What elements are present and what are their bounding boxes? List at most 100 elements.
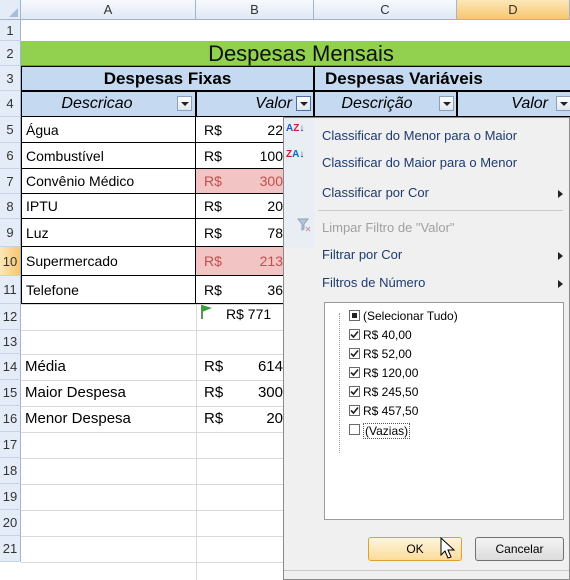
- column-header-c[interactable]: C: [314, 0, 457, 20]
- row-header[interactable]: 16: [0, 406, 21, 432]
- subheader-valor-cell[interactable]: Valor: [196, 91, 314, 117]
- sort-descending-item[interactable]: Classificar do Maior para o Menor: [322, 155, 517, 170]
- currency-label: R$: [204, 225, 222, 241]
- checkbox[interactable]: [349, 386, 360, 397]
- row-header[interactable]: 19: [0, 484, 21, 510]
- row-header[interactable]: 2: [0, 41, 21, 66]
- table-row: IPTU R$ 20: [21, 194, 283, 219]
- expense-description-cell[interactable]: Supermercado: [21, 247, 196, 276]
- row-header[interactable]: 7: [0, 169, 21, 194]
- filter-option-label: R$ 52,00: [363, 347, 412, 361]
- expense-value: 213: [259, 253, 283, 269]
- fixed-header-cell[interactable]: Despesas Fixas: [21, 66, 314, 91]
- expense-description-cell[interactable]: Telefone: [21, 276, 196, 304]
- subheader-descricao-cell[interactable]: Descricao: [21, 91, 196, 117]
- column-header-a[interactable]: A: [21, 0, 196, 20]
- expense-value: 20: [267, 198, 283, 214]
- row-header[interactable]: 15: [0, 380, 21, 406]
- row-header[interactable]: 8: [0, 194, 21, 219]
- number-filters-item[interactable]: Filtros de Número: [322, 275, 425, 290]
- resize-grip[interactable]: [284, 570, 569, 579]
- expense-value-cell[interactable]: R$ 100: [196, 143, 283, 169]
- expense-value-cell[interactable]: R$ 300: [196, 169, 283, 194]
- expense-description-cell[interactable]: Luz: [21, 219, 196, 247]
- stat-value[interactable]: 614: [238, 354, 283, 380]
- column-header-d[interactable]: D: [457, 0, 570, 20]
- table-row: Supermercado R$ 213: [21, 247, 283, 276]
- sort-by-color-item[interactable]: Classificar por Cor: [322, 185, 429, 200]
- stat-label[interactable]: Média: [25, 354, 195, 380]
- expense-value-cell[interactable]: R$ 20: [196, 194, 283, 219]
- row-header[interactable]: 21: [0, 536, 21, 562]
- gridline: [21, 562, 283, 563]
- stat-value[interactable]: 20: [238, 406, 283, 432]
- clear-filter-item[interactable]: Limpar Filtro de "Valor": [322, 220, 455, 235]
- row-header[interactable]: 5: [0, 117, 21, 143]
- expense-description-cell[interactable]: Combustível: [21, 143, 196, 169]
- row-header[interactable]: 18: [0, 458, 21, 484]
- expense-description-cell[interactable]: IPTU: [21, 194, 196, 219]
- filter-dropdown-c[interactable]: [439, 96, 454, 111]
- filter-by-color-item[interactable]: Filtrar por Cor: [322, 247, 402, 262]
- stat-label[interactable]: Maior Despesa: [25, 380, 195, 406]
- expense-value-cell[interactable]: R$ 78: [196, 219, 283, 247]
- filter-dropdown-a[interactable]: [177, 96, 192, 111]
- gridline: [21, 458, 283, 459]
- cancel-button[interactable]: Cancelar: [475, 537, 564, 561]
- submenu-arrow-icon: [558, 190, 563, 198]
- stat-value[interactable]: 300: [238, 380, 283, 406]
- sort-ascending-item[interactable]: Classificar do Menor para o Maior: [322, 128, 517, 143]
- row-header[interactable]: 20: [0, 510, 21, 536]
- fixed-header-label: Despesas Fixas: [103, 69, 232, 88]
- expense-value-cell[interactable]: R$ 36: [196, 276, 283, 304]
- total-value[interactable]: R$ 771: [226, 304, 283, 324]
- expense-value-cell[interactable]: R$ 22: [196, 117, 283, 143]
- select-all-corner[interactable]: [0, 0, 21, 20]
- sort-asc-icon: AZ↓: [286, 123, 305, 134]
- filter-option-label: R$ 245,50: [363, 385, 419, 399]
- sheet-title: Despesas Mensais: [208, 41, 394, 66]
- checkbox[interactable]: [349, 329, 360, 340]
- submenu-arrow-icon: [558, 252, 563, 260]
- filter-values-list[interactable]: (Selecionar Tudo) R$ 40,00 R$ 52,00 R$ 120,…: [324, 302, 564, 520]
- row-header[interactable]: 12: [0, 304, 21, 330]
- stat-currency: R$: [204, 358, 224, 375]
- row-header[interactable]: 6: [0, 143, 21, 169]
- stat-currency: R$: [204, 410, 224, 427]
- column-header-b[interactable]: B: [196, 0, 314, 20]
- checkbox[interactable]: [349, 367, 360, 378]
- expense-description-cell[interactable]: Água: [21, 117, 196, 143]
- variable-header-cell[interactable]: Despesas Variáveis: [314, 66, 570, 91]
- expense-value-cell[interactable]: R$ 213: [196, 247, 283, 276]
- expense-table: Água R$ 22 Combustível R$ 100 Convênio Médico R…: [21, 117, 283, 304]
- filter-dropdown-d[interactable]: [556, 96, 570, 111]
- row-header[interactable]: 14: [0, 354, 21, 380]
- title-cell[interactable]: Despesas Mensais: [21, 41, 570, 66]
- table-row: Telefone R$ 36: [21, 276, 283, 304]
- subheader-descricao-var-cell[interactable]: Descrição: [314, 91, 457, 117]
- expense-value: 100: [259, 148, 283, 164]
- checkbox[interactable]: [349, 405, 360, 416]
- row-header[interactable]: 17: [0, 432, 21, 458]
- subheader-valor-var-cell[interactable]: Valor: [457, 91, 570, 117]
- row-header[interactable]: 13: [0, 330, 21, 354]
- gridline: [196, 304, 197, 580]
- menu-separator: [318, 210, 563, 211]
- row-header[interactable]: 11: [0, 276, 21, 304]
- row-header[interactable]: 10: [0, 247, 21, 276]
- checkbox[interactable]: [349, 348, 360, 359]
- submenu-arrow-icon: [558, 280, 563, 288]
- expense-description-cell[interactable]: Convênio Médico: [21, 169, 196, 194]
- row-header[interactable]: 3: [0, 66, 21, 91]
- stat-currency: R$: [204, 384, 224, 401]
- filter-dropdown-b[interactable]: [296, 96, 311, 111]
- stat-label[interactable]: Menor Despesa: [25, 406, 195, 432]
- row-header[interactable]: 4: [0, 91, 21, 117]
- gridline: [21, 510, 283, 511]
- sort-desc-icon: ZA↓: [286, 149, 305, 160]
- flag-icon[interactable]: [200, 304, 214, 320]
- row-header[interactable]: 1: [0, 20, 21, 41]
- row-header[interactable]: 9: [0, 219, 21, 247]
- checkbox[interactable]: [349, 310, 360, 321]
- checkbox[interactable]: [349, 424, 360, 435]
